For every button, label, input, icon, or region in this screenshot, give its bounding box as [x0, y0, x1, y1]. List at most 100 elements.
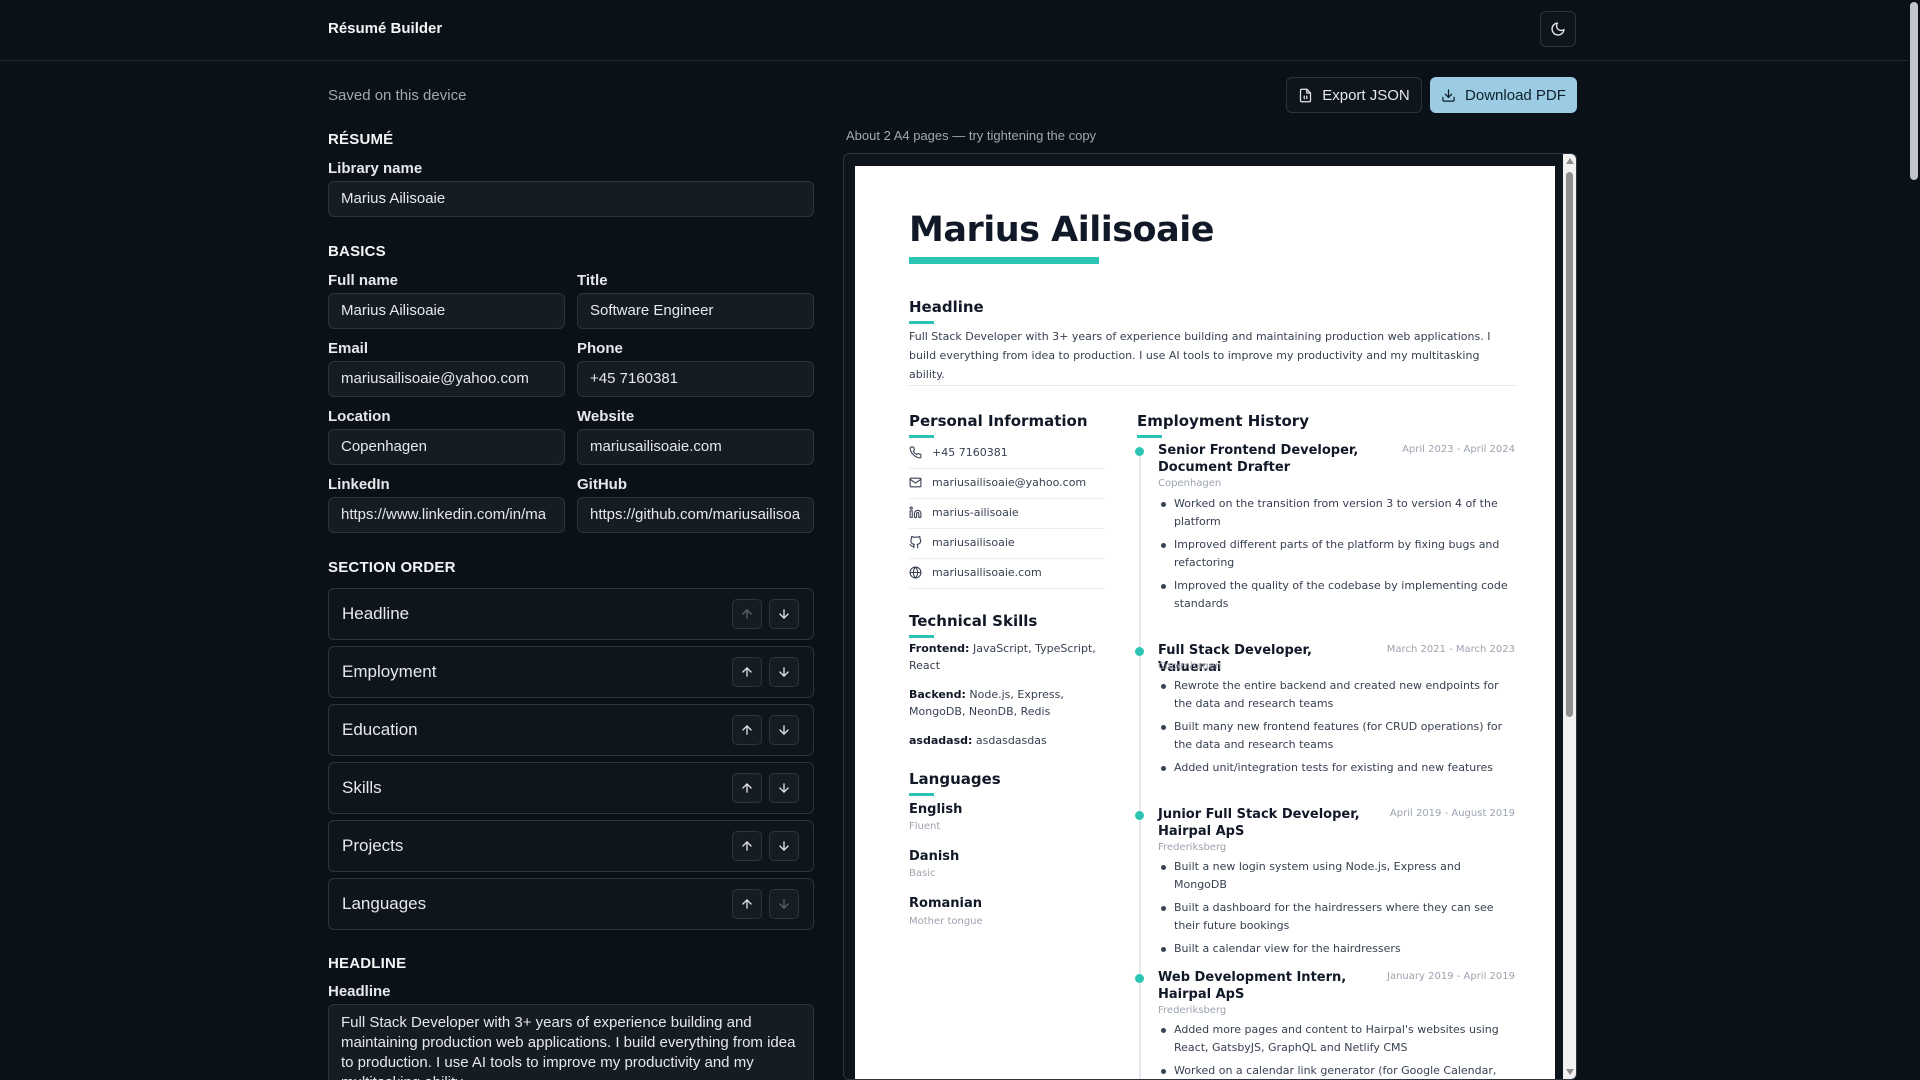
language-level: Mother tongue: [909, 916, 983, 927]
move-down-button[interactable]: [769, 889, 799, 919]
skill-group-items: asdasdasdas: [975, 734, 1047, 747]
headline-text: Full Stack Developer with 3+ years of ex…: [909, 330, 1491, 381]
job-entry: Junior Full Stack Developer, Hairpal ApS…: [1135, 806, 1515, 966]
job-bullet: Added more pages and content to Hairpal'…: [1158, 1021, 1515, 1057]
move-up-button[interactable]: [732, 889, 762, 919]
move-up-button[interactable]: [732, 773, 762, 803]
location-input[interactable]: Copenhagen: [328, 429, 565, 465]
timeline-dot: [1135, 974, 1144, 983]
website-input[interactable]: mariusailisoaie.com: [577, 429, 814, 465]
job-bullet: Worked on the transition from version 3 …: [1158, 495, 1515, 531]
scroll-up-arrow[interactable]: [1566, 158, 1574, 164]
move-down-button[interactable]: [769, 599, 799, 629]
languages-accent-bar: [909, 793, 934, 796]
preview-scrollbar[interactable]: [1563, 154, 1576, 1079]
job-bullet: Rewrote the entire backend and created n…: [1158, 677, 1515, 713]
globe-icon: [909, 566, 922, 579]
phone-input[interactable]: +45 7160381: [577, 361, 814, 397]
language-name: Danish: [909, 849, 960, 864]
language-name: English: [909, 802, 963, 817]
linkedin-label: LinkedIn: [328, 476, 390, 493]
skill-group-name: Backend:: [909, 688, 966, 701]
personal-info-item: marius-ailisoaie: [909, 499, 1105, 529]
moon-icon: [1551, 22, 1565, 36]
section-order-item: Languages: [328, 878, 814, 930]
job-location: Frederiksberg: [1158, 842, 1227, 853]
mail-icon: [909, 477, 922, 488]
move-down-button[interactable]: [769, 657, 799, 687]
headline-section-heading: HEADLINE: [328, 955, 407, 972]
move-up-button[interactable]: [732, 657, 762, 687]
headline-textarea[interactable]: Full Stack Developer with 3+ years of ex…: [328, 1004, 814, 1080]
resume-preview-frame[interactable]: Marius Ailisoaie Headline Full Stack Dev…: [843, 153, 1577, 1080]
arrow-up-icon: [742, 899, 752, 909]
resume-section-heading: RÉSUMÉ: [328, 131, 394, 148]
headline-label: Headline: [328, 983, 391, 1000]
personal-info-item: mariusailisoaie@yahoo.com: [909, 469, 1105, 499]
job-bullet: Built a calendar view for the hairdresse…: [1158, 940, 1515, 958]
move-up-button[interactable]: [732, 599, 762, 629]
section-order-heading: SECTION ORDER: [328, 559, 456, 576]
divider: [909, 385, 1517, 386]
website-label: Website: [577, 408, 635, 425]
arrow-up-icon: [742, 841, 752, 851]
move-down-button[interactable]: [769, 773, 799, 803]
arrow-up-icon: [742, 783, 752, 793]
scroll-down-arrow[interactable]: [1566, 1069, 1574, 1075]
export-json-label: Export JSON: [1322, 86, 1410, 104]
personal-info-text: +45 7160381: [932, 446, 1008, 459]
arrow-down-icon: [779, 841, 789, 851]
timeline-dot: [1135, 447, 1144, 456]
job-bullets: Built a new login system using Node.js, …: [1158, 858, 1515, 963]
move-down-button[interactable]: [769, 831, 799, 861]
headline-accent-bar: [909, 321, 934, 324]
timeline-dot: [1135, 647, 1144, 656]
arrow-up-icon: [742, 667, 752, 677]
job-title: Web Development Intern, Hairpal ApS: [1158, 970, 1347, 1002]
section-order-label: Skills: [342, 778, 382, 797]
technical-skills-accent-bar: [909, 635, 934, 638]
download-pdf-button[interactable]: Download PDF: [1430, 77, 1577, 113]
personal-info-heading: Personal Information: [909, 412, 1088, 430]
arrow-down-icon: [779, 899, 789, 909]
personal-info-text: marius-ailisoaie: [932, 506, 1019, 519]
move-up-button[interactable]: [732, 831, 762, 861]
section-order-label: Projects: [342, 836, 404, 855]
job-bullet: Improved different parts of the platform…: [1158, 536, 1515, 572]
linkedin-input[interactable]: https://www.linkedin.com/in/ma: [328, 497, 565, 533]
github-input[interactable]: https://github.com/mariusailisoa: [577, 497, 814, 533]
section-order-item: Headline: [328, 588, 814, 640]
email-input[interactable]: mariusailisoaie@yahoo.com: [328, 361, 565, 397]
basics-section-heading: BASICS: [328, 243, 386, 260]
move-up-button[interactable]: [732, 715, 762, 745]
skill-group-name: Frontend:: [909, 642, 970, 655]
section-order-item: Skills: [328, 762, 814, 814]
employment-accent-bar: [1137, 435, 1162, 438]
title-input[interactable]: Software Engineer: [577, 293, 814, 329]
job-location: Copenhagen: [1158, 661, 1222, 672]
section-order-label: Employment: [342, 662, 437, 681]
preview-scrollbar-thumb[interactable]: [1566, 172, 1573, 717]
library-name-input[interactable]: Marius Ailisoaie: [328, 181, 814, 217]
page-count-note: About 2 A4 pages — try tightening the co…: [846, 128, 1097, 143]
page-scrollbar-thumb[interactable]: [1910, 2, 1918, 180]
personal-info-accent-bar: [909, 435, 934, 438]
employment-history-heading: Employment History: [1137, 412, 1309, 430]
theme-toggle-button[interactable]: [1540, 11, 1576, 47]
job-bullet: Built many new frontend features (for CR…: [1158, 718, 1515, 754]
job-location: Copenhagen: [1158, 478, 1222, 489]
skill-group: Backend: Node.js, Express, MongoDB, Neon…: [909, 686, 1105, 720]
email-label: Email: [328, 340, 369, 357]
full-name-input[interactable]: Marius Ailisoaie: [328, 293, 565, 329]
skill-group-name: asdadasd:: [909, 734, 973, 747]
job-date: March 2021 - March 2023: [1386, 644, 1515, 655]
export-json-button[interactable]: Export JSON: [1286, 77, 1422, 113]
technical-skills-heading: Technical Skills: [909, 612, 1038, 630]
personal-info-item: +45 7160381: [909, 439, 1105, 469]
location-label: Location: [328, 408, 391, 425]
section-order-label: Languages: [342, 894, 427, 913]
move-down-button[interactable]: [769, 715, 799, 745]
languages-heading: Languages: [909, 770, 1001, 788]
job-location: Frederiksberg: [1158, 1005, 1227, 1016]
page-scrollbar[interactable]: [1908, 0, 1920, 1080]
